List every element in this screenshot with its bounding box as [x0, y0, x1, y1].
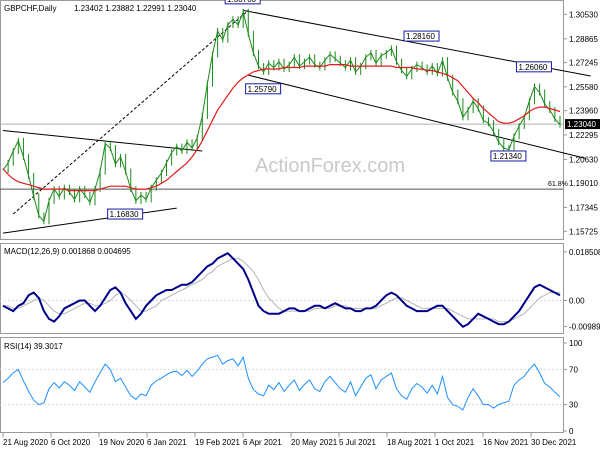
chart-canvas: GBPCHF,Daily 1.23402 1.23882 1.22991 1.2…	[0, 0, 600, 447]
ohlc-readout: 1.23402 1.23882 1.22991 1.23040	[74, 4, 197, 13]
x-tick-label: 5 Jul 2021	[339, 438, 376, 447]
price-pane-frame	[0, 0, 564, 240]
rsi-y-tick-label: 30	[569, 401, 578, 410]
rsi-y-tick-label: 100	[569, 339, 583, 348]
last-price-tag-label: 1.23040	[567, 120, 596, 129]
x-tick-label: 18 Aug 2021	[387, 438, 432, 447]
rsi-title: RSI(14) 39.3017	[4, 342, 63, 351]
price-y-tick-label: 1.20630	[569, 155, 598, 164]
trendline	[2, 130, 203, 152]
macd-pane-frame	[0, 243, 564, 334]
price-y-tick-label: 1.27245	[569, 59, 598, 68]
price-annotation: 1.16830	[110, 210, 139, 219]
x-tick-label: 20 May 2021	[291, 438, 338, 447]
price-y-tick-label: 1.25580	[569, 83, 598, 92]
price-annotation: 1.30700	[227, 0, 256, 4]
series-layer	[2, 8, 561, 411]
price-y-tick-label: 1.19010	[569, 179, 598, 188]
watermark: ActionForex.com	[255, 155, 405, 177]
x-tick-label: 16 Nov 2021	[483, 438, 529, 447]
price-y-tick-label: 1.17345	[569, 203, 598, 212]
rsi-y-tick-label: 70	[569, 365, 578, 374]
trendline	[2, 207, 177, 234]
x-tick-label: 6 Apr 2021	[243, 438, 282, 447]
rsi-line	[2, 354, 561, 411]
price-y-tick-label: 1.23960	[569, 107, 598, 116]
price-line	[2, 10, 561, 223]
price-y-tick-label: 1.28865	[569, 35, 598, 44]
axes-layer: 1.30530 1.28865 1.27245 1.25580 1.23960 1.222…	[2, 10, 600, 447]
macd-title: MACD(12,26,9) 0.001868 0.004695	[4, 247, 131, 256]
chart-root: GBPCHF,Daily 1.23402 1.23882 1.22991 1.2…	[0, 0, 600, 450]
rsi-pane-frame	[0, 337, 564, 433]
x-tick-label: 6 Jan 2021	[147, 438, 187, 447]
x-tick-label: 19 Nov 2020	[99, 438, 145, 447]
x-tick-label: 19 Feb 2021	[195, 438, 240, 447]
price-y-tick-label: 1.22295	[569, 131, 598, 140]
price-annotation: 1.26060	[518, 63, 547, 72]
price-y-tick-label: 1.30530	[569, 10, 598, 19]
chart-title: GBPCHF,Daily	[4, 4, 56, 13]
macd-y-tick-label: 0.018508	[569, 248, 600, 257]
macd-y-tick-label: 0.00	[569, 297, 585, 306]
macd-y-tick-label: -0.009891	[569, 323, 600, 332]
macd-line	[2, 251, 561, 329]
x-tick-label: 1 Oct 2021	[435, 438, 475, 447]
price-annotation: 1.28160	[406, 32, 435, 41]
x-tick-label: 6 Oct 2020	[51, 438, 91, 447]
price-y-tick-label: 1.15725	[569, 227, 598, 236]
x-tick-label: 30 Dec 2021	[531, 438, 577, 447]
x-tick-label: 21 Aug 2020	[3, 438, 48, 447]
price-annotation: 1.25790	[248, 85, 277, 94]
rsi-y-tick-label: 0	[569, 427, 574, 436]
price-annotation: 1.21340	[493, 152, 522, 161]
fib-618-label: 61.8%	[548, 181, 568, 188]
